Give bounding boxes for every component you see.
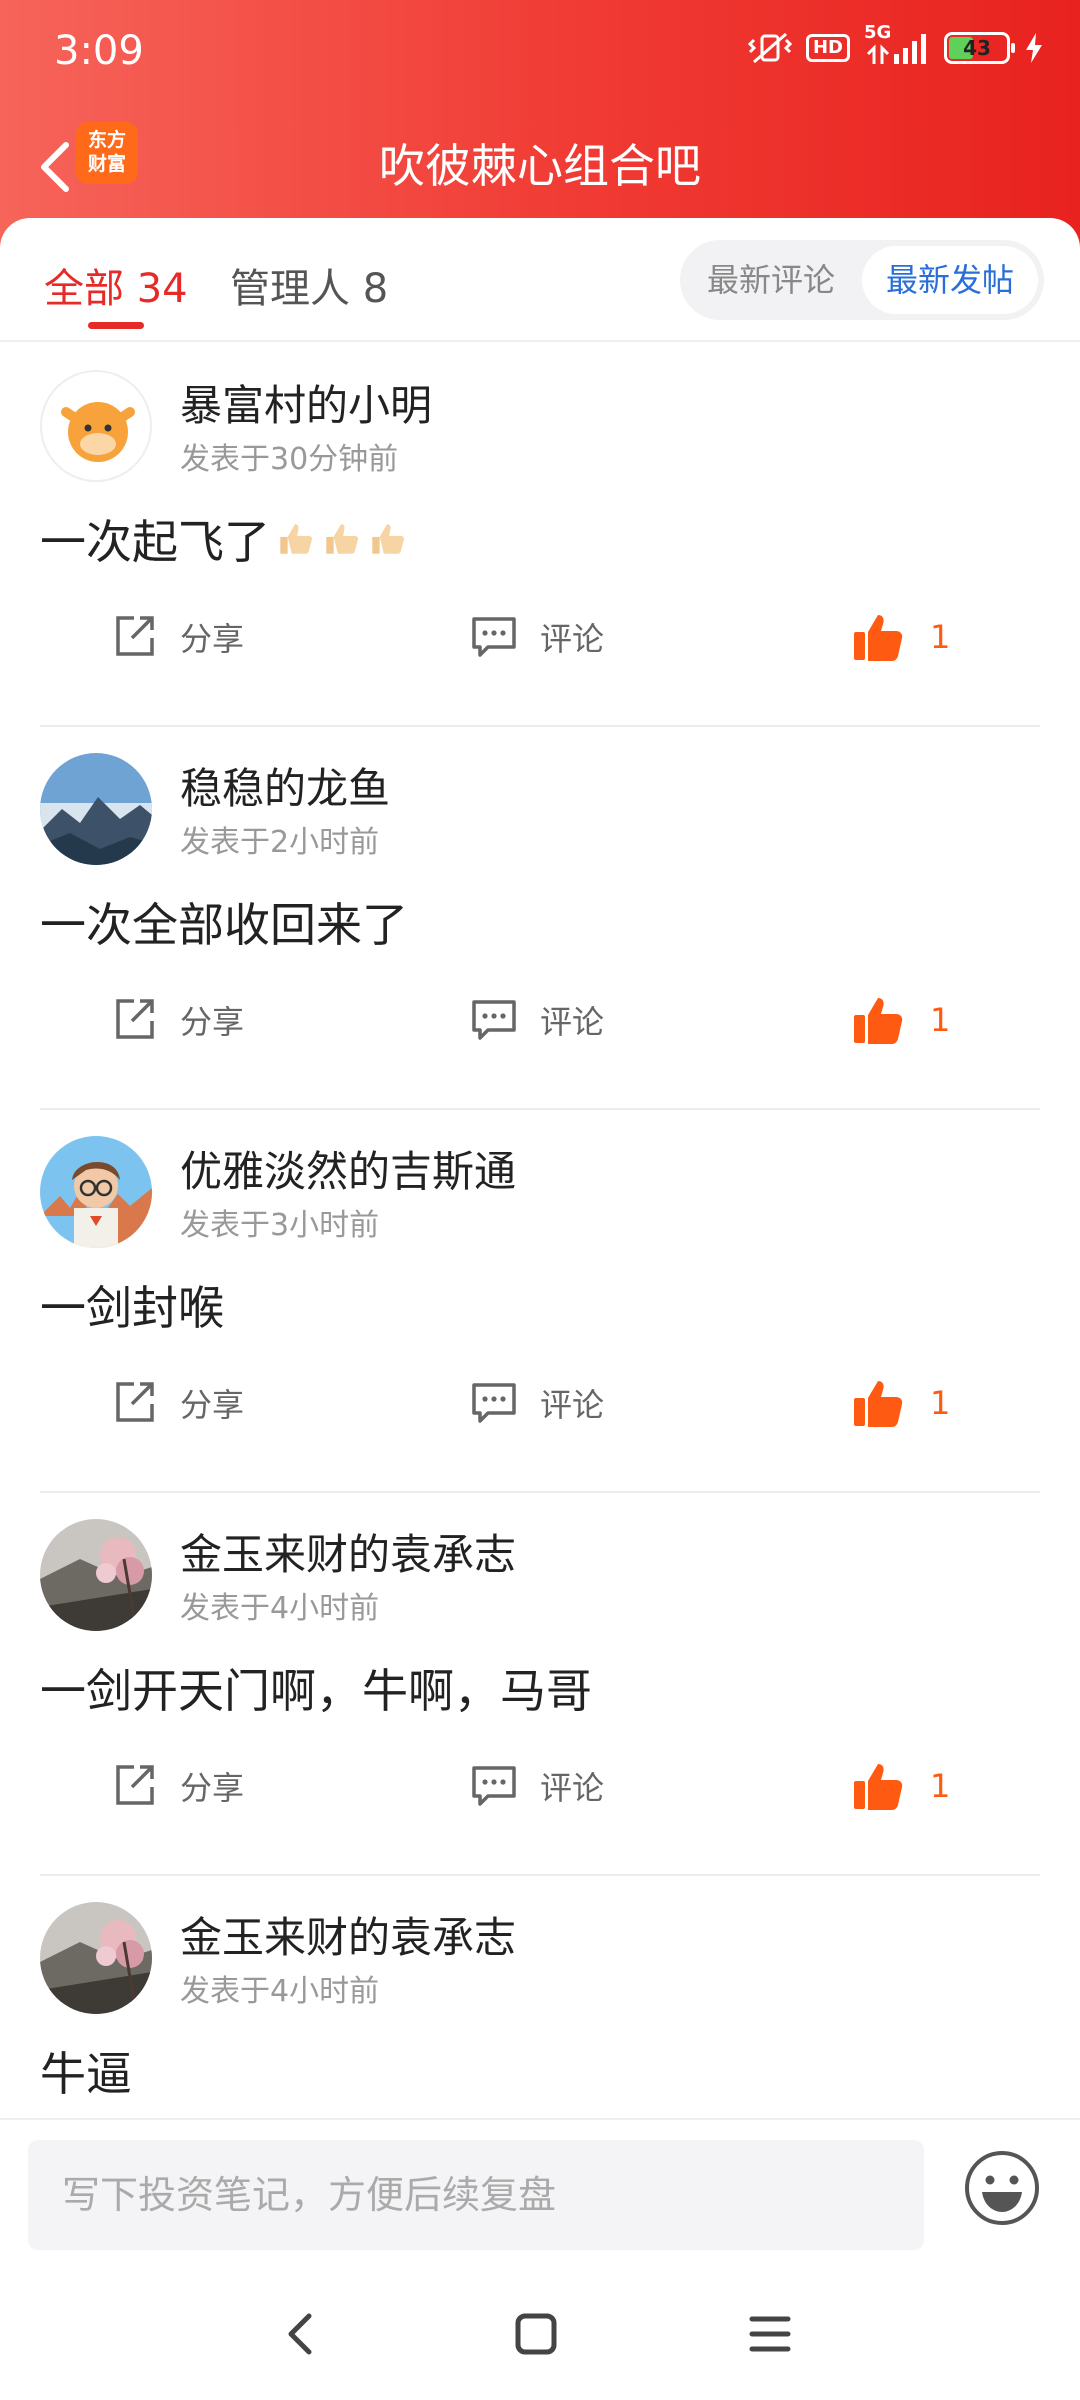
note-input-bar: 写下投资笔记，方便后续复盘 xyxy=(0,2118,1080,2268)
post-content: 一剑开天门啊，牛啊，马哥 xyxy=(40,1664,592,1718)
status-bar: 3:09 HD 5G 43 xyxy=(0,0,1080,110)
post-actions: 分享 评论 1 xyxy=(0,602,1080,672)
avatar[interactable] xyxy=(40,1519,152,1631)
comment-icon xyxy=(472,1383,516,1423)
thumbs-up-emoji-icon xyxy=(372,524,405,554)
share-button[interactable]: 分享 xyxy=(112,1751,244,1821)
vibrate-off-icon xyxy=(747,30,792,66)
post-actions: 分享 评论 1 xyxy=(0,985,1080,1055)
thumbs-up-icon xyxy=(854,1764,903,1810)
sort-latest-post[interactable]: 最新发帖 xyxy=(862,246,1038,314)
post-item[interactable]: 金玉来财的袁承志 发表于4小时前 牛逼 xyxy=(0,1876,1080,2120)
status-time: 3:09 xyxy=(54,28,144,74)
share-button[interactable]: 分享 xyxy=(112,602,244,672)
share-button[interactable]: 分享 xyxy=(112,1368,244,1438)
page-title: 吹彼棘心组合吧 xyxy=(379,139,701,193)
active-tab-indicator xyxy=(88,322,144,329)
thumbs-up-icon xyxy=(854,1381,903,1427)
share-icon xyxy=(116,999,154,1039)
post-item[interactable]: 优雅淡然的吉斯通 发表于3小时前 一剑封喉 分享 评论 1 xyxy=(0,1110,1080,1493)
post-time: 发表于3小时前 xyxy=(180,1208,380,1243)
post-time: 发表于30分钟前 xyxy=(180,442,399,477)
comment-button[interactable]: 评论 xyxy=(470,985,604,1055)
battery-icon: 43 xyxy=(944,32,1015,64)
avatar[interactable] xyxy=(40,1902,152,2014)
thumbs-up-icon xyxy=(854,615,903,661)
smiley-icon xyxy=(965,2151,1039,2225)
menu-icon xyxy=(749,2316,791,2352)
system-menu-button[interactable] xyxy=(738,2302,802,2366)
post-content: 一次全部收回来了 xyxy=(40,898,408,952)
post-time: 发表于4小时前 xyxy=(180,1591,380,1626)
post-time: 发表于2小时前 xyxy=(180,825,380,860)
charging-icon xyxy=(1024,33,1044,63)
hd-icon: HD xyxy=(805,34,850,62)
system-home-button[interactable] xyxy=(504,2302,568,2366)
comment-icon xyxy=(472,1766,516,1806)
post-username[interactable]: 优雅淡然的吉斯通 xyxy=(180,1138,516,1199)
thumbs-up-emoji-icon xyxy=(326,524,359,554)
post-item[interactable]: 暴富村的小明 发表于30分钟前 一次起飞了 分享 评论 1 xyxy=(0,344,1080,727)
post-username[interactable]: 金玉来财的袁承志 xyxy=(180,1521,516,1582)
post-time: 发表于4小时前 xyxy=(180,1974,380,2009)
back-icon xyxy=(288,2313,312,2355)
post-username[interactable]: 稳稳的龙鱼 xyxy=(180,755,390,816)
comment-icon xyxy=(472,1000,516,1040)
system-back-button[interactable] xyxy=(268,2302,332,2366)
comment-button[interactable]: 评论 xyxy=(470,602,604,672)
like-button[interactable]: 1 xyxy=(852,1751,950,1821)
share-icon xyxy=(116,616,154,656)
signal-icon: 5G xyxy=(864,24,930,66)
sort-toggle: 最新评论 最新发帖 xyxy=(680,240,1044,320)
comment-button[interactable]: 评论 xyxy=(470,1751,604,1821)
post-item[interactable]: 金玉来财的袁承志 发表于4小时前 一剑开天门啊，牛啊，马哥 分享 评论 1 xyxy=(0,1493,1080,1876)
post-username[interactable]: 金玉来财的袁承志 xyxy=(180,1904,516,1965)
status-icons: HD 5G 43 xyxy=(747,24,1044,66)
post-content: 一剑封喉 xyxy=(40,1281,224,1335)
share-button[interactable]: 分享 xyxy=(112,985,244,1055)
thumbs-up-emoji-icon xyxy=(280,524,313,554)
avatar[interactable] xyxy=(40,370,152,482)
post-username[interactable]: 暴富村的小明 xyxy=(180,372,432,433)
content-card: 全部 34 管理人 8 最新评论 最新发帖 暴富村的小明 发表于30分钟前 一次… xyxy=(0,218,1080,2120)
share-icon xyxy=(116,1382,154,1422)
nav-bar: 东方 财富 吹彼棘心组合吧 xyxy=(0,110,1080,230)
avatar[interactable] xyxy=(40,1136,152,1248)
post-content: 一次起飞了 xyxy=(40,506,408,572)
thumbs-up-icon xyxy=(854,998,903,1044)
comment-button[interactable]: 评论 xyxy=(470,1368,604,1438)
home-icon xyxy=(515,2313,557,2355)
like-button[interactable]: 1 xyxy=(852,985,950,1055)
like-button[interactable]: 1 xyxy=(852,1368,950,1438)
emoji-button[interactable] xyxy=(962,2148,1042,2228)
post-actions: 分享 评论 1 xyxy=(0,1751,1080,1821)
share-icon xyxy=(116,1765,154,1805)
comment-icon xyxy=(472,617,516,657)
avatar[interactable] xyxy=(40,753,152,865)
tab-bar: 全部 34 管理人 8 最新评论 最新发帖 xyxy=(0,218,1080,342)
post-item[interactable]: 稳稳的龙鱼 发表于2小时前 一次全部收回来了 分享 评论 1 xyxy=(0,727,1080,1110)
post-content: 牛逼 xyxy=(40,2047,132,2101)
sort-latest-comment[interactable]: 最新评论 xyxy=(686,246,856,314)
tab-managers[interactable]: 管理人 8 xyxy=(230,256,388,314)
app-header: 3:09 HD 5G 43 东方 财富 吹彼棘心组合吧 xyxy=(0,0,1080,250)
note-input[interactable]: 写下投资笔记，方便后续复盘 xyxy=(28,2140,924,2250)
like-button[interactable]: 1 xyxy=(852,602,950,672)
system-nav-bar xyxy=(0,2268,1080,2400)
tab-all[interactable]: 全部 34 xyxy=(44,256,188,314)
post-actions: 分享 评论 1 xyxy=(0,1368,1080,1438)
